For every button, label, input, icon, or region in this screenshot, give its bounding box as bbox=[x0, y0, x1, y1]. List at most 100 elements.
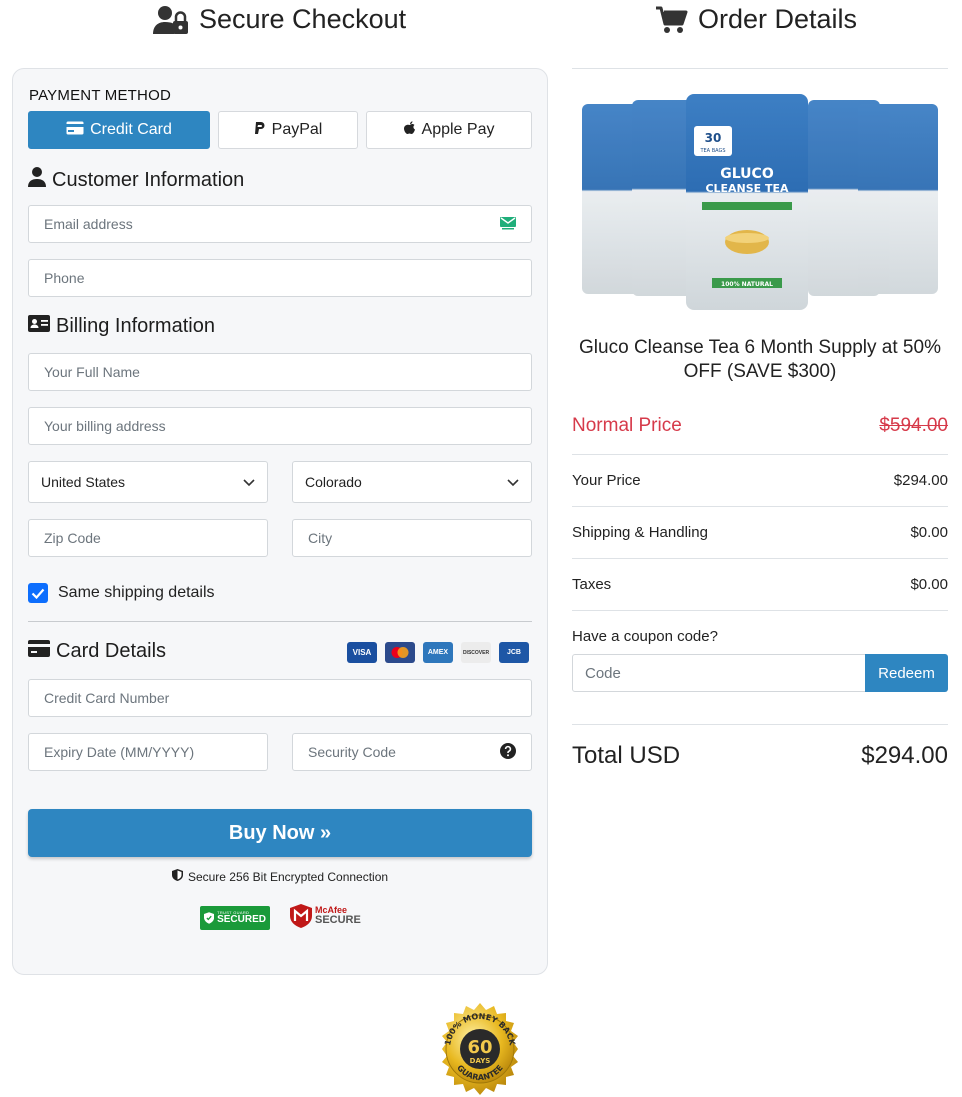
order-top-divider bbox=[572, 68, 948, 69]
zip-code-field[interactable]: Zip Code bbox=[28, 519, 268, 557]
shipping-row: Shipping & Handling $0.00 bbox=[572, 524, 948, 541]
coupon-placeholder: Code bbox=[585, 664, 621, 682]
billing-address-field[interactable]: Your billing address bbox=[28, 407, 532, 445]
mcafee-shield-icon bbox=[290, 904, 312, 928]
taxes-label: Taxes bbox=[572, 576, 612, 593]
jcb-logo: JCB bbox=[499, 642, 529, 663]
mcafee-main-text: SECURE bbox=[315, 914, 361, 926]
total-value: $294.00 bbox=[861, 742, 948, 769]
id-card-icon bbox=[28, 315, 50, 338]
security-code-placeholder: Security Code bbox=[308, 744, 396, 760]
chevron-down-icon bbox=[243, 474, 255, 490]
expiry-date-placeholder: Expiry Date (MM/YYYY) bbox=[44, 744, 195, 760]
card-logos: VISA AMEX DISCOVER JCB bbox=[347, 642, 529, 663]
shopping-cart-icon bbox=[656, 6, 688, 34]
row-divider bbox=[572, 454, 948, 455]
total-divider bbox=[572, 724, 948, 725]
question-circle-icon[interactable] bbox=[500, 742, 516, 762]
payment-method-label: PAYMENT METHOD bbox=[29, 87, 171, 104]
mcafee-secure-badge: McAfee SECURE bbox=[290, 904, 361, 928]
state-select[interactable]: Colorado bbox=[292, 461, 532, 503]
secure-connection-note: Secure 256 Bit Encrypted Connection bbox=[13, 869, 547, 884]
normal-price-value: $594.00 bbox=[879, 415, 948, 436]
billing-address-placeholder: Your billing address bbox=[44, 418, 166, 434]
total-label: Total USD bbox=[572, 742, 681, 769]
phone-placeholder: Phone bbox=[44, 270, 85, 286]
user-lock-icon bbox=[153, 5, 189, 35]
country-select[interactable]: United States bbox=[28, 461, 268, 503]
taxes-row: Taxes $0.00 bbox=[572, 576, 948, 593]
amex-logo: AMEX bbox=[423, 642, 453, 663]
zip-code-placeholder: Zip Code bbox=[44, 530, 101, 546]
row-divider bbox=[572, 610, 948, 611]
order-title-text: Order Details bbox=[698, 4, 858, 34]
trust-shield-icon bbox=[204, 912, 215, 924]
billing-info-heading: Billing Information bbox=[28, 315, 215, 338]
pack-product: CLEANSE TEA bbox=[705, 182, 789, 195]
redeem-button[interactable]: Redeem bbox=[865, 654, 948, 692]
paypal-tab[interactable]: PayPal bbox=[218, 111, 358, 149]
credit-card-tab-label: Credit Card bbox=[90, 121, 172, 138]
card-details-heading: Card Details bbox=[28, 640, 166, 663]
secure-connection-text: Secure 256 Bit Encrypted Connection bbox=[187, 869, 389, 884]
order-details-title: Order Details bbox=[656, 4, 857, 35]
apple-pay-tab[interactable]: Apple Pay bbox=[366, 111, 532, 149]
your-price-value: $294.00 bbox=[893, 472, 948, 489]
pack-bags: TEA BAGS bbox=[699, 148, 725, 154]
same-shipping-label: Same shipping details bbox=[58, 584, 215, 601]
trust-guard-badge: TRUST GUARD SECURED bbox=[200, 906, 270, 930]
shipping-value: $0.00 bbox=[910, 524, 948, 541]
your-price-label: Your Price bbox=[572, 472, 641, 489]
email-field[interactable]: Email address bbox=[28, 205, 532, 243]
shield-icon bbox=[171, 869, 183, 884]
customer-info-heading: Customer Information bbox=[28, 167, 244, 193]
full-name-field[interactable]: Your Full Name bbox=[28, 353, 532, 391]
paypal-tab-label: PayPal bbox=[271, 121, 323, 138]
tea-pouch-front: 30 TEA BAGS GLUCO CLEANSE TEA 100% NATUR… bbox=[686, 94, 808, 310]
buy-now-label: Buy Now » bbox=[228, 821, 332, 844]
pack-natural: 100% NATURAL bbox=[721, 281, 773, 288]
coupon-label: Have a coupon code? bbox=[572, 628, 718, 645]
trust-guard-main-text: SECURED bbox=[217, 914, 266, 925]
chevron-down-icon bbox=[507, 474, 519, 490]
credit-card-icon bbox=[28, 640, 50, 663]
normal-price-row: Normal Price $594.00 bbox=[572, 415, 948, 437]
seal-unit: DAYS bbox=[470, 1057, 491, 1065]
checkout-form-panel: PAYMENT METHOD Credit Card PayPal Apple … bbox=[12, 68, 548, 975]
seal-number: 60 bbox=[467, 1037, 492, 1058]
product-image: 30 TEA BAGS GLUCO CLEANSE TEA 100% NATUR… bbox=[578, 92, 942, 314]
pack-count: 30 bbox=[705, 131, 722, 145]
buy-now-button[interactable]: Buy Now » bbox=[28, 809, 532, 857]
credit-card-tab[interactable]: Credit Card bbox=[28, 111, 210, 149]
email-placeholder: Email address bbox=[44, 216, 133, 232]
apple-icon bbox=[403, 120, 416, 140]
visa-logo: VISA bbox=[347, 642, 377, 663]
mastercard-logo bbox=[385, 642, 415, 663]
taxes-value: $0.00 bbox=[910, 576, 948, 593]
coupon-code-input[interactable]: Code bbox=[572, 654, 866, 692]
paypal-icon bbox=[254, 121, 266, 140]
apple-pay-tab-label: Apple Pay bbox=[421, 121, 495, 138]
card-number-placeholder: Credit Card Number bbox=[44, 690, 170, 706]
country-value: United States bbox=[41, 474, 126, 490]
total-row: Total USD $294.00 bbox=[572, 742, 948, 770]
same-shipping-row[interactable]: Same shipping details bbox=[28, 583, 215, 603]
normal-price-label: Normal Price bbox=[572, 415, 682, 436]
city-placeholder: City bbox=[308, 530, 333, 546]
your-price-row: Your Price $294.00 bbox=[572, 472, 948, 489]
card-number-field[interactable]: Credit Card Number bbox=[28, 679, 532, 717]
expiry-date-field[interactable]: Expiry Date (MM/YYYY) bbox=[28, 733, 268, 771]
row-divider bbox=[572, 506, 948, 507]
card-details-heading-text: Card Details bbox=[56, 640, 167, 662]
city-field[interactable]: City bbox=[292, 519, 532, 557]
checkout-title-text: Secure Checkout bbox=[199, 4, 407, 34]
email-verify-icon bbox=[500, 216, 516, 233]
user-icon bbox=[28, 167, 46, 193]
full-name-placeholder: Your Full Name bbox=[44, 364, 140, 380]
row-divider bbox=[572, 558, 948, 559]
security-code-field[interactable]: Security Code bbox=[292, 733, 532, 771]
discover-logo: DISCOVER bbox=[461, 642, 491, 663]
same-shipping-checkbox[interactable] bbox=[28, 583, 48, 603]
phone-field[interactable]: Phone bbox=[28, 259, 532, 297]
product-name: Gluco Cleanse Tea 6 Month Supply at 50% … bbox=[579, 337, 941, 382]
